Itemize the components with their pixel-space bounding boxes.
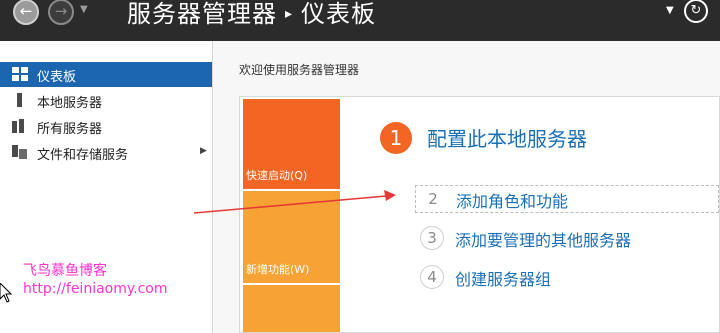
servers-icon — [12, 119, 24, 133]
step-2-number: 2 — [428, 190, 438, 208]
menu-caret-icon[interactable]: ▼ — [666, 5, 674, 16]
sidebar-item-label: 所有服务器 — [37, 122, 103, 137]
quick-start-tile[interactable]: 快速启动(Q) — [243, 99, 340, 189]
refresh-button[interactable]: ↻ — [684, 0, 708, 23]
submenu-arrow-icon: ▶ — [200, 146, 207, 156]
step-4-number: 4 — [420, 265, 444, 289]
quick-start-label: 快速启动(Q) — [246, 169, 308, 182]
history-dropdown-icon[interactable]: ▼ — [80, 4, 88, 15]
sidebar-item-label: 本地服务器 — [37, 96, 103, 111]
configure-local-server-link[interactable]: 配置此本地服务器 — [427, 123, 587, 152]
mouse-cursor-icon — [0, 283, 12, 303]
sidebar-item-local-server[interactable]: 本地服务器 — [0, 88, 212, 113]
welcome-heading: 欢迎使用服务器管理器 — [239, 63, 360, 77]
server-icon — [17, 93, 22, 107]
add-roles-step[interactable]: 2 添加角色和功能 — [415, 185, 719, 213]
back-arrow-icon: ← — [19, 2, 33, 20]
breadcrumb: 服务器管理器 ▸ 仪表板 — [127, 0, 376, 29]
step-3-number: 3 — [420, 226, 444, 250]
breadcrumb-separator-icon: ▸ — [285, 6, 294, 22]
dashboard-icon — [12, 67, 28, 81]
sidebar-item-file-storage[interactable]: 文件和存储服务 ▶ — [0, 140, 212, 165]
forward-arrow-icon: → — [54, 2, 68, 20]
back-button[interactable]: ← — [13, 0, 39, 25]
refresh-icon: ↻ — [690, 3, 702, 18]
create-group-link[interactable]: 创建服务器组 — [455, 266, 551, 290]
step-1-number: 1 — [380, 122, 412, 154]
sidebar-item-all-servers[interactable]: 所有服务器 — [0, 114, 212, 139]
main-content: 欢迎使用服务器管理器 快速启动(Q) 新增功能(W) 1 配置此本地服务器 2 … — [213, 41, 720, 333]
storage-icon — [12, 145, 27, 159]
whats-new-tile[interactable]: 新增功能(W) — [243, 191, 340, 283]
watermark-title: 飞鸟慕鱼博客 — [23, 263, 107, 279]
welcome-panel: 快速启动(Q) 新增功能(W) 1 配置此本地服务器 2 添加角色和功能 3 添… — [239, 96, 720, 333]
forward-button[interactable]: → — [48, 0, 74, 25]
whats-new-label: 新增功能(W) — [246, 263, 310, 276]
title-bar: ← → ▼ 服务器管理器 ▸ 仪表板 ▼ ↻ — [0, 0, 720, 41]
sidebar-item-label: 仪表板 — [37, 70, 77, 85]
watermark-url: http://feiniaomy.com — [23, 281, 168, 297]
learn-more-tile[interactable] — [243, 285, 340, 332]
sidebar-item-label: 文件和存储服务 — [37, 148, 129, 163]
app-title[interactable]: 服务器管理器 — [127, 0, 277, 28]
add-roles-link[interactable]: 添加角色和功能 — [456, 188, 568, 212]
page-title: 仪表板 — [301, 0, 377, 28]
sidebar-item-dashboard[interactable]: 仪表板 — [0, 62, 212, 87]
add-servers-link[interactable]: 添加要管理的其他服务器 — [455, 227, 631, 251]
